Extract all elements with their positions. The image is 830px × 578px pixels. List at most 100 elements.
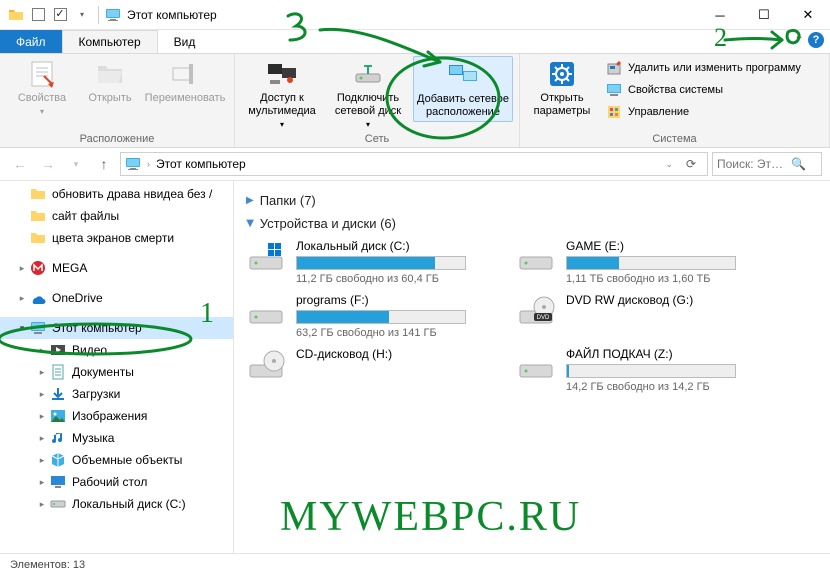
window-title-text: Этот компьютер — [127, 8, 217, 22]
map-drive-button[interactable]: Подключить сетевой диск▾ — [327, 56, 409, 133]
tree-item[interactable]: сайт файлы — [0, 205, 233, 227]
tab-file[interactable]: Файл — [0, 30, 62, 53]
capacity-bar — [296, 310, 466, 324]
device-sub: 11,2 ГБ свободно из 60,4 ГБ — [296, 273, 496, 285]
device-item[interactable]: DVD DVD RW дисковод (G:) — [516, 293, 766, 339]
search-icon[interactable]: 🔍 — [791, 157, 806, 171]
desktop-icon — [50, 474, 66, 490]
search-box[interactable]: 🔍 — [712, 152, 822, 176]
folder-icon — [30, 186, 46, 202]
device-name: ФАЙЛ ПОДКАЧ (Z:) — [566, 347, 766, 361]
tree-item[interactable]: ▸Документы — [0, 361, 233, 383]
drive-icon — [246, 239, 286, 275]
music-icon — [50, 430, 66, 446]
tree-item[interactable]: ▸Изображения — [0, 405, 233, 427]
tree-item[interactable]: ▸Локальный диск (C:) — [0, 493, 233, 515]
open-settings-button[interactable]: Открыть параметры — [526, 56, 598, 120]
drive-icon — [246, 347, 286, 383]
group-network: Доступ к мультимедиа▾ Подключить сетевой… — [235, 54, 520, 147]
capacity-bar — [566, 256, 736, 270]
minimize-button[interactable]: ─ — [698, 0, 742, 30]
search-input[interactable] — [717, 157, 787, 171]
tree-item[interactable]: ▾Этот компьютер — [0, 317, 233, 339]
pc-icon — [125, 156, 141, 172]
device-name: programs (F:) — [296, 293, 496, 307]
device-item[interactable]: Локальный диск (C:) 11,2 ГБ свободно из 6… — [246, 239, 496, 285]
system-properties-button[interactable]: Свойства системы — [602, 80, 805, 100]
ribbon: Свойства▾ Открыть Переименовать Располож… — [0, 54, 830, 148]
add-network-location-button[interactable]: Добавить сетевое расположение — [413, 56, 513, 122]
pictures-icon — [50, 408, 66, 424]
drive-icon — [50, 496, 66, 512]
address-dropdown-icon[interactable]: ⌄ — [665, 159, 673, 170]
media-access-button[interactable]: Доступ к мультимедиа▾ — [241, 56, 323, 133]
device-sub: 63,2 ГБ свободно из 141 ГБ — [296, 327, 496, 339]
tree-item[interactable]: ▸MEGA — [0, 257, 233, 279]
content-pane[interactable]: ▶ Папки (7) ▶ Устройства и диски (6) Лок… — [234, 181, 830, 553]
tree-item[interactable]: цвета экранов смерти — [0, 227, 233, 249]
drive-icon: DVD — [516, 293, 556, 329]
tree-item[interactable]: обновить драва нвидеа без / — [0, 183, 233, 205]
tree-item[interactable]: ▸Музыка — [0, 427, 233, 449]
address-row: ← → ▾ ↑ › Этот компьютер ⌄ ⟳ 🔍 — [0, 148, 830, 180]
manage-button[interactable]: Управление — [602, 102, 805, 122]
chevron-right-icon: ▶ — [246, 195, 254, 206]
qat-item[interactable] — [28, 5, 48, 25]
qat-item-checked[interactable]: ✓ — [50, 5, 70, 25]
device-sub: 14,2 ГБ свободно из 14,2 ГБ — [566, 381, 766, 393]
properties-button[interactable]: Свойства▾ — [6, 56, 78, 120]
device-sub: 1,11 ТБ свободно из 1,60 ТБ — [566, 273, 766, 285]
devices-section-header[interactable]: ▶ Устройства и диски (6) — [246, 216, 818, 231]
up-button[interactable]: ↑ — [92, 152, 116, 176]
window-title: Этот компьютер — [105, 7, 217, 23]
ribbon-collapse-icon[interactable]: ⌃ — [794, 33, 804, 47]
nav-tree[interactable]: обновить драва нвидеа без /сайт файлыцве… — [0, 181, 234, 553]
chevron-right-icon[interactable]: › — [147, 159, 150, 169]
drive-icon — [516, 239, 556, 275]
address-bar[interactable]: › Этот компьютер ⌄ ⟳ — [120, 152, 708, 176]
forward-button[interactable]: → — [36, 152, 60, 176]
close-button[interactable]: ✕ — [786, 0, 830, 30]
qat-dropdown[interactable]: ▾ — [72, 5, 92, 25]
folder-icon — [30, 208, 46, 224]
onedrive-icon — [30, 290, 46, 306]
status-item-count: Элементов: 13 — [10, 559, 85, 571]
tree-item[interactable]: ▸Объемные объекты — [0, 449, 233, 471]
device-name: DVD RW дисковод (G:) — [566, 293, 766, 307]
pc-icon — [105, 7, 121, 23]
device-name: GAME (E:) — [566, 239, 766, 253]
device-item[interactable]: GAME (E:) 1,11 ТБ свободно из 1,60 ТБ — [516, 239, 766, 285]
capacity-bar — [566, 364, 736, 378]
group-label: Система — [526, 133, 823, 147]
device-name: Локальный диск (C:) — [296, 239, 496, 253]
window-controls: ─ ☐ ✕ — [698, 0, 830, 30]
maximize-button[interactable]: ☐ — [742, 0, 786, 30]
device-item[interactable]: ФАЙЛ ПОДКАЧ (Z:) 14,2 ГБ свободно из 14,2… — [516, 347, 766, 393]
status-bar: Элементов: 13 — [0, 553, 830, 575]
tree-item[interactable]: ▸Загрузки — [0, 383, 233, 405]
folders-section-header[interactable]: ▶ Папки (7) — [246, 193, 818, 208]
rename-button[interactable]: Переименовать — [142, 56, 228, 107]
tree-item[interactable]: ▸Видео — [0, 339, 233, 361]
folder-icon — [6, 5, 26, 25]
device-item[interactable]: programs (F:) 63,2 ГБ свободно из 141 ГБ — [246, 293, 496, 339]
svg-text:DVD: DVD — [537, 315, 550, 321]
breadcrumb-segment[interactable]: Этот компьютер — [156, 157, 246, 171]
tree-item[interactable]: ▸OneDrive — [0, 287, 233, 309]
pc-icon — [30, 320, 46, 336]
recent-locations-button[interactable]: ▾ — [64, 152, 88, 176]
tree-item[interactable]: ▸Рабочий стол — [0, 471, 233, 493]
group-system: Открыть параметры Удалить или изменить п… — [520, 54, 830, 147]
refresh-button[interactable]: ⟳ — [679, 157, 703, 171]
uninstall-button[interactable]: Удалить или изменить программу — [602, 58, 805, 78]
device-item[interactable]: CD-дисковод (H:) — [246, 347, 496, 393]
back-button[interactable]: ← — [8, 152, 32, 176]
help-icon[interactable]: ? — [808, 32, 824, 48]
quick-access-toolbar: ✓ ▾ — [0, 5, 92, 25]
tab-computer[interactable]: Компьютер — [62, 30, 158, 53]
group-location: Свойства▾ Открыть Переименовать Располож… — [0, 54, 235, 147]
folder-icon — [30, 230, 46, 246]
devices-grid: Локальный диск (C:) 11,2 ГБ свободно из 6… — [246, 239, 818, 393]
open-button[interactable]: Открыть — [82, 56, 138, 107]
tab-view[interactable]: Вид — [158, 30, 212, 53]
